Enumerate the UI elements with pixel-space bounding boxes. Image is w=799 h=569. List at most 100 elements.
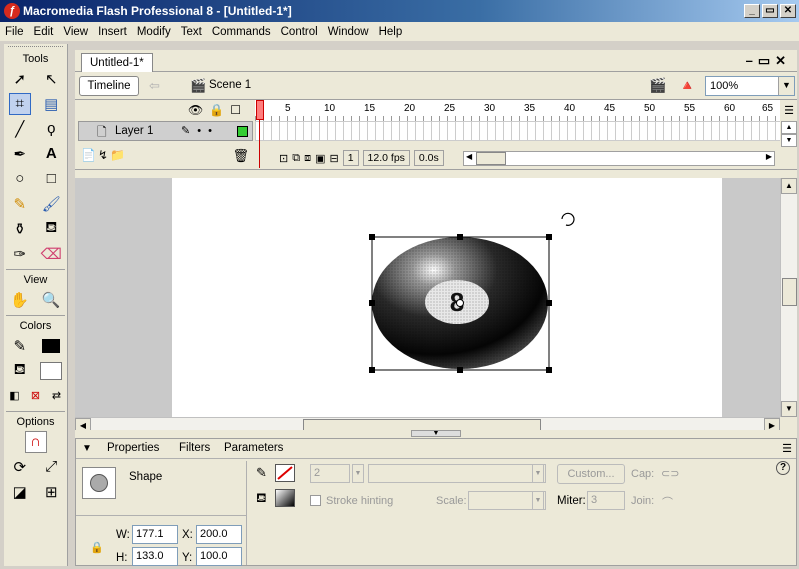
- cap-icon[interactable]: ⊂⊃: [661, 467, 679, 480]
- x-field[interactable]: 200.0: [196, 525, 242, 544]
- menu-help[interactable]: Help: [374, 26, 408, 38]
- edit-symbols-icon[interactable]: 🔺: [678, 77, 707, 93]
- timeline-vertical-scrollbar[interactable]: ▲ ▼: [781, 121, 797, 148]
- menu-text[interactable]: Text: [176, 26, 207, 38]
- onion-skin-outlines-icon[interactable]: ⧈: [304, 152, 311, 165]
- scroll-up-icon[interactable]: ▲: [781, 121, 797, 134]
- tools-grip[interactable]: [8, 46, 63, 50]
- stroke-height-field[interactable]: 2: [310, 464, 350, 483]
- onion-skin-icon[interactable]: ⧉: [292, 152, 300, 165]
- modify-onion-markers-icon[interactable]: ⊟: [329, 152, 338, 165]
- layer-name[interactable]: Layer 1: [115, 125, 153, 137]
- zoom-select[interactable]: 100% ▼: [705, 76, 795, 96]
- constrain-lock-icon[interactable]: 🔒: [90, 541, 104, 554]
- outline-icon[interactable]: ☐: [230, 103, 247, 117]
- collapse-panel-icon[interactable]: ▼: [411, 430, 461, 437]
- chevron-down-icon[interactable]: ▼: [532, 464, 544, 483]
- scroll-down-icon[interactable]: ▼: [781, 134, 797, 147]
- layer-outline-color[interactable]: [237, 126, 248, 137]
- timeline-button[interactable]: Timeline: [79, 76, 139, 96]
- tab-parameters[interactable]: Parameters: [224, 442, 283, 454]
- paint-bucket-tool-icon[interactable]: ⛾: [40, 218, 62, 240]
- width-field[interactable]: 177.1: [132, 525, 178, 544]
- frame-ruler[interactable]: 1 5 10 15 20 25 30 35 40 45 50 55 60 65: [255, 100, 780, 121]
- menu-window[interactable]: Window: [323, 26, 374, 38]
- menu-control[interactable]: Control: [276, 26, 323, 38]
- oval-tool-icon[interactable]: ○: [9, 168, 31, 190]
- pen-tool-icon[interactable]: ✒: [9, 143, 31, 165]
- eyedropper-tool-icon[interactable]: ✑: [9, 243, 31, 265]
- gradient-transform-tool-icon[interactable]: ▤: [40, 93, 62, 115]
- chevron-down-icon[interactable]: ▼: [532, 491, 544, 510]
- hand-tool-icon[interactable]: ✋: [9, 289, 31, 311]
- chevron-down-icon[interactable]: ▼: [778, 77, 794, 95]
- tab-properties[interactable]: Properties: [107, 442, 159, 454]
- chevron-down-icon[interactable]: ▼: [352, 464, 364, 483]
- scroll-left-icon[interactable]: ◀: [466, 152, 472, 161]
- fill-color-swatch[interactable]: [40, 360, 63, 382]
- swap-colors-icon[interactable]: ⇄: [46, 385, 67, 407]
- free-transform-tool-icon[interactable]: ⌗: [8, 92, 31, 115]
- rotate-skew-icon[interactable]: ⟳: [9, 456, 31, 478]
- brush-tool-icon[interactable]: 🖌: [40, 193, 62, 215]
- back-arrow-icon[interactable]: ⇦: [149, 78, 160, 94]
- menu-modify[interactable]: Modify: [132, 26, 176, 38]
- layer-frames[interactable]: [255, 121, 780, 141]
- height-field[interactable]: 133.0: [132, 547, 178, 566]
- custom-stroke-button[interactable]: Custom...: [557, 464, 625, 484]
- envelope-icon[interactable]: ⊞: [40, 481, 62, 503]
- subselection-tool-icon[interactable]: ↖: [40, 68, 62, 90]
- lasso-tool-icon[interactable]: ϙ: [40, 118, 62, 140]
- insert-folder-icon[interactable]: 📁: [110, 148, 127, 162]
- distort-icon[interactable]: ◪: [9, 481, 31, 503]
- tab-filters[interactable]: Filters: [179, 442, 210, 454]
- eye-icon[interactable]: 👁: [188, 103, 209, 117]
- pencil-tool-icon[interactable]: ✎: [9, 193, 31, 215]
- pasteboard[interactable]: 8: [75, 178, 780, 417]
- insert-layer-icon[interactable]: 📄: [81, 148, 98, 162]
- join-icon[interactable]: ⌒: [662, 494, 673, 510]
- menu-view[interactable]: View: [58, 26, 93, 38]
- document-window-controls[interactable]: –▭✕: [746, 53, 791, 69]
- delete-layer-icon[interactable]: 🗑: [232, 148, 249, 164]
- menu-file[interactable]: File: [0, 26, 29, 38]
- panel-collapse-arrow-icon[interactable]: ▼: [82, 443, 92, 454]
- snap-to-objects-icon[interactable]: ∩: [24, 430, 47, 453]
- close-button[interactable]: ✕: [780, 4, 796, 18]
- panel-menu-icon[interactable]: ☰: [782, 442, 792, 455]
- line-tool-icon[interactable]: ╱: [9, 118, 31, 140]
- frame-rate[interactable]: 12.0 fps: [362, 150, 410, 166]
- y-field[interactable]: 100.0: [196, 547, 242, 566]
- timeline-menu-icon[interactable]: ☰: [784, 104, 794, 117]
- add-motion-guide-icon[interactable]: ↯: [98, 148, 110, 162]
- restore-button[interactable]: ▭: [762, 4, 778, 18]
- edit-scene-icon[interactable]: 🎬: [649, 77, 678, 93]
- document-tab[interactable]: Untitled-1*: [81, 53, 153, 72]
- text-tool-icon[interactable]: A: [40, 143, 62, 165]
- rectangle-tool-icon[interactable]: □: [40, 168, 62, 190]
- no-color-icon[interactable]: ⊠: [25, 385, 46, 407]
- scroll-right-icon[interactable]: ▶: [766, 152, 772, 161]
- miter-field[interactable]: 3: [587, 491, 625, 510]
- menu-insert[interactable]: Insert: [93, 26, 132, 38]
- menu-commands[interactable]: Commands: [207, 26, 276, 38]
- selection-tool-icon[interactable]: ➚: [9, 68, 31, 90]
- ink-bottle-tool-icon[interactable]: ⚱: [9, 218, 31, 240]
- scene-label[interactable]: Scene 1: [209, 79, 251, 91]
- black-white-icon[interactable]: ◧: [4, 385, 25, 407]
- edit-multiple-frames-icon[interactable]: ▣: [315, 152, 325, 165]
- stroke-style-select[interactable]: [368, 464, 546, 483]
- layer-flags[interactable]: ✎••: [181, 124, 219, 137]
- center-frame-icon[interactable]: ⊡: [279, 152, 288, 165]
- stroke-color-swatch[interactable]: [40, 335, 62, 357]
- stage-vertical-scrollbar[interactable]: ▲ ▼: [780, 178, 797, 417]
- panel-splitter[interactable]: ▼: [75, 430, 797, 438]
- stage[interactable]: 8: [172, 178, 722, 417]
- timeline-horizontal-scrollbar[interactable]: ◀ ▶: [463, 151, 775, 166]
- layer-row[interactable]: 🗋 Layer 1 ✎••: [78, 121, 253, 141]
- scroll-up-icon[interactable]: ▲: [781, 178, 797, 194]
- eraser-tool-icon[interactable]: ⌫: [40, 243, 62, 265]
- fill-color-button[interactable]: [275, 489, 295, 507]
- minimize-button[interactable]: _: [744, 4, 760, 18]
- zoom-tool-icon[interactable]: 🔍: [40, 289, 62, 311]
